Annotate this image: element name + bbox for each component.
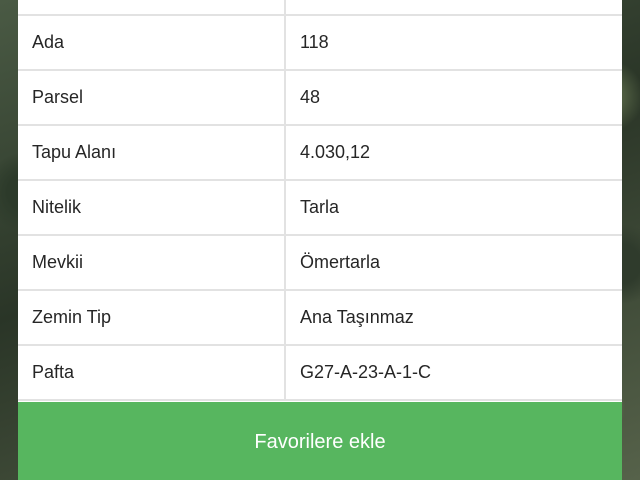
row-label: Pafta [18,345,286,401]
table-row-nitelik: Nitelik Tarla [18,180,622,236]
row-label: Ada [18,15,286,71]
table-row-ada: Ada 118 [18,15,622,71]
table-row-mevkii: Mevkii Ömertarla [18,235,622,291]
row-value: Ömertarla [285,235,622,291]
parcel-info-table: Ada 118 Parsel 48 Tapu Alanı 4.030,12 Ni… [18,0,622,401]
row-label: Zemin Tip [18,290,286,346]
table-row-zemin-tip: Zemin Tip Ana Taşınmaz [18,290,622,346]
row-label: Tapu Alanı [18,125,286,181]
row-value: 48 [285,70,622,126]
row-value: 118 [285,15,622,71]
row-value: 4.030,12 [285,125,622,181]
add-to-favorites-button[interactable]: Favorilere ekle [18,402,622,480]
row-label: Nitelik [18,180,286,236]
row-value: Ana Taşınmaz [285,290,622,346]
parcel-info-card: Ada 118 Parsel 48 Tapu Alanı 4.030,12 Ni… [18,0,622,480]
table-row-tapu-alani: Tapu Alanı 4.030,12 [18,125,622,181]
row-value [285,0,622,16]
row-value: Tarla [285,180,622,236]
table-row [18,0,622,16]
row-label: Mevkii [18,235,286,291]
row-value: G27-A-23-A-1-C [285,345,622,401]
row-label: Parsel [18,70,286,126]
row-label [18,0,286,16]
table-row-parsel: Parsel 48 [18,70,622,126]
table-row-pafta: Pafta G27-A-23-A-1-C [18,345,622,401]
